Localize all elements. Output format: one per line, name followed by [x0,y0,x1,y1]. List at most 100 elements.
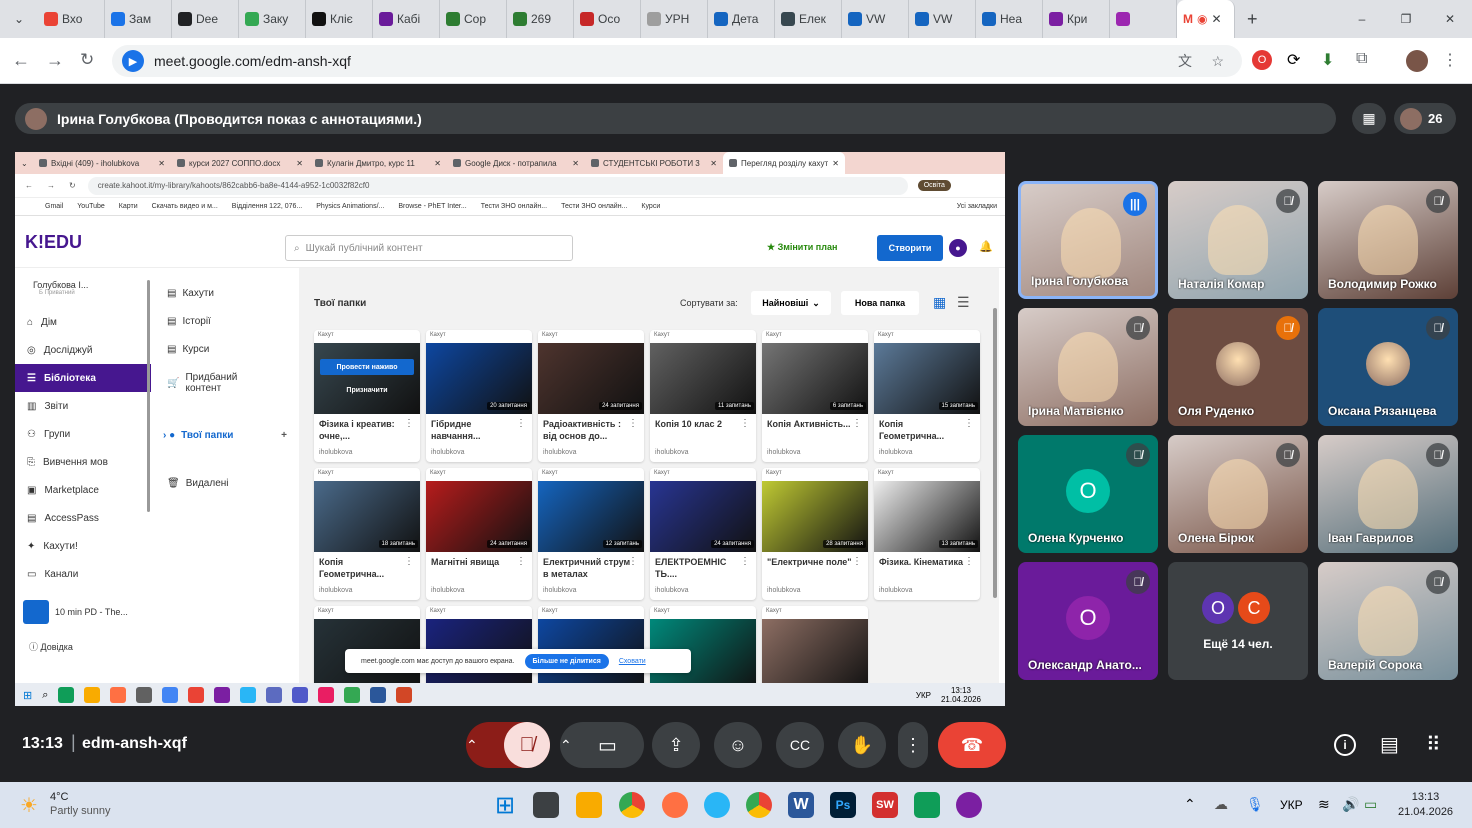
browser-tab[interactable]: Сор [440,0,507,38]
forward-icon[interactable]: → [46,50,64,71]
participant-tile[interactable]: Валерій Сорока 🎙̸ [1318,562,1458,680]
translate-icon[interactable]: 文 [1178,51,1192,71]
browser-tab[interactable]: Зам [105,0,172,38]
opera-extension-icon[interactable]: O [1252,50,1272,70]
camera-options-icon[interactable]: ⌃ [560,737,598,754]
camera-button[interactable]: ⌃ ▭ [560,722,644,768]
participant-tile[interactable]: Наталія Комар 🎙̸ [1168,181,1308,299]
maximize-button[interactable]: ❐ [1384,0,1428,38]
tray-overflow-icon[interactable]: ⌃ [1184,796,1196,813]
browser-tab[interactable]: Кри [1043,0,1110,38]
start-icon[interactable]: ⊞ [492,792,518,819]
tab-favicon-icon [1116,12,1130,26]
sidebar-scrollbar [147,280,150,512]
activities-icon[interactable]: ⠿ [1426,732,1441,757]
tray-language[interactable]: УКР [1280,798,1303,812]
site-info-icon[interactable]: ▶ [122,50,144,72]
captions-button[interactable]: CC [776,722,824,768]
bookmark-star-icon[interactable]: ☆ [1211,53,1224,70]
participant-tile[interactable]: О С Ещё 14 чел. [1168,562,1308,680]
present-button[interactable]: ⇪ [652,722,700,768]
profile-avatar[interactable] [1406,50,1428,72]
browser-tab[interactable]: Неа [976,0,1043,38]
emoji-button[interactable]: ☺ [714,722,762,768]
kahoot-card: Кахут 24 запитання Радіоактивність : від о… [538,330,644,462]
mic-off-icon[interactable]: 🎙̸ [504,722,550,768]
weather-widget[interactable]: 4°C Partly sunny [50,790,111,818]
participant-tile[interactable]: Олена Бірюк 🎙̸ [1168,435,1308,553]
close-tab-icon[interactable]: ✕ [1211,12,1221,26]
participants-button[interactable]: 26 [1394,103,1456,134]
viber-icon[interactable] [956,792,982,818]
wifi-icon[interactable]: ≋ [1318,796,1330,813]
system-clock[interactable]: 13:13 21.04.2026 [1398,790,1453,820]
browser-tab[interactable] [1110,0,1177,38]
tab-search-icon[interactable]: ⌄ [0,0,38,38]
mic-options-icon[interactable]: ⌃ [466,737,504,754]
telegram-icon[interactable] [704,792,730,818]
chat-icon[interactable]: ▤ [1380,732,1399,757]
sheets-app-icon[interactable] [914,792,940,818]
participant-tile[interactable]: Іван Гаврилов 🎙̸ [1318,435,1458,553]
photoshop-icon[interactable]: Ps [830,792,856,818]
leave-call-button[interactable]: ☎ [938,722,1006,768]
question-count: 15 запитань [938,402,978,410]
volume-icon[interactable]: 🔊 [1342,796,1359,813]
browser-tab[interactable]: 269 [507,0,574,38]
minimize-button[interactable]: – [1340,0,1384,38]
kahoot-nav-item: ☰ Бібліотека [15,364,151,392]
more-options-button[interactable]: ⋮ [898,722,928,768]
browser-tab[interactable]: Заку [239,0,306,38]
battery-icon[interactable]: ▭ [1364,796,1377,813]
tab-list: Вхо Зам Dee Заку Кліє Кабі Сор 269 Осо УРН Дета Еле… [38,0,1177,38]
meeting-details-icon[interactable]: i [1334,734,1356,756]
back-icon[interactable]: ← [12,50,30,71]
kahoot-nav-label: Бібліотека [43,372,96,384]
participant-tile[interactable]: Ірина Голубкова ||| [1018,181,1158,299]
chrome-profile-icon[interactable] [746,792,772,818]
tab-active-meet[interactable]: M ◉ ✕ [1177,0,1235,38]
participant-tile[interactable]: Оксана Рязанцева 🎙̸ [1318,308,1458,426]
browser-menu-icon[interactable]: ⋮ [1442,50,1458,70]
chrome-icon[interactable] [619,792,645,818]
browser-tab[interactable]: VW [909,0,976,38]
mic-button[interactable]: ⌃ 🎙̸ [466,722,550,768]
file-explorer-icon[interactable] [576,792,602,818]
browser-tab[interactable]: VW [842,0,909,38]
extensions-icon[interactable]: ⧉ [1356,50,1367,68]
participant-tile[interactable]: Ірина Матвієнко 🎙̸ [1018,308,1158,426]
download-extension-icon[interactable]: ⬇ [1321,50,1334,70]
kahoot-card: Кахут 12 запитань Електричний струм в мета… [538,468,644,600]
firefox-icon[interactable] [662,792,688,818]
new-tab-button[interactable]: + [1247,9,1258,30]
browser-tab[interactable]: Дета [708,0,775,38]
close-window-button[interactable]: ✕ [1428,0,1472,38]
browser-tab[interactable]: Вхо [38,0,105,38]
browser-tab[interactable]: Кліє [306,0,373,38]
solidworks-icon[interactable]: SW [872,792,898,818]
browser-tab[interactable]: Dee [172,0,239,38]
tray-mic-icon[interactable]: 🎙 [1246,796,1264,813]
caption-off-icon[interactable]: ▦ [1352,103,1386,134]
participant-tile[interactable]: О Олена Курченко 🎙̸ [1018,435,1158,553]
clock-time: 13:13 [1411,791,1440,803]
card-menu-icon: ⋮ [516,556,526,567]
participant-tile[interactable]: О Олександр Анато... 🎙̸ [1018,562,1158,680]
sync-extension-icon[interactable]: ⟳ [1287,50,1300,70]
word-icon[interactable]: W [788,792,814,818]
mic-off-icon: 🎙̸ [1426,443,1450,467]
shared-edge-icon [58,687,75,703]
participant-tile[interactable]: Володимир Рожко 🎙̸ [1318,181,1458,299]
browser-tab[interactable]: Осо [574,0,641,38]
browser-tab[interactable]: Кабі [373,0,440,38]
url-field[interactable]: ▶ meet.google.com/edm-ansh-xqf 文 ☆ [112,45,1242,77]
tray-cloud-icon[interactable]: ☁ [1214,796,1228,813]
weather-icon[interactable]: ☀ [20,793,38,818]
raise-hand-button[interactable]: ✋ [838,722,886,768]
browser-tab[interactable]: Елек [775,0,842,38]
task-view-icon[interactable] [533,792,559,818]
reload-icon[interactable]: ↻ [80,50,94,70]
camera-icon[interactable]: ▭ [598,733,644,758]
participant-tile[interactable]: Оля Руденко 🎙̸ [1168,308,1308,426]
browser-tab[interactable]: УРН [641,0,708,38]
